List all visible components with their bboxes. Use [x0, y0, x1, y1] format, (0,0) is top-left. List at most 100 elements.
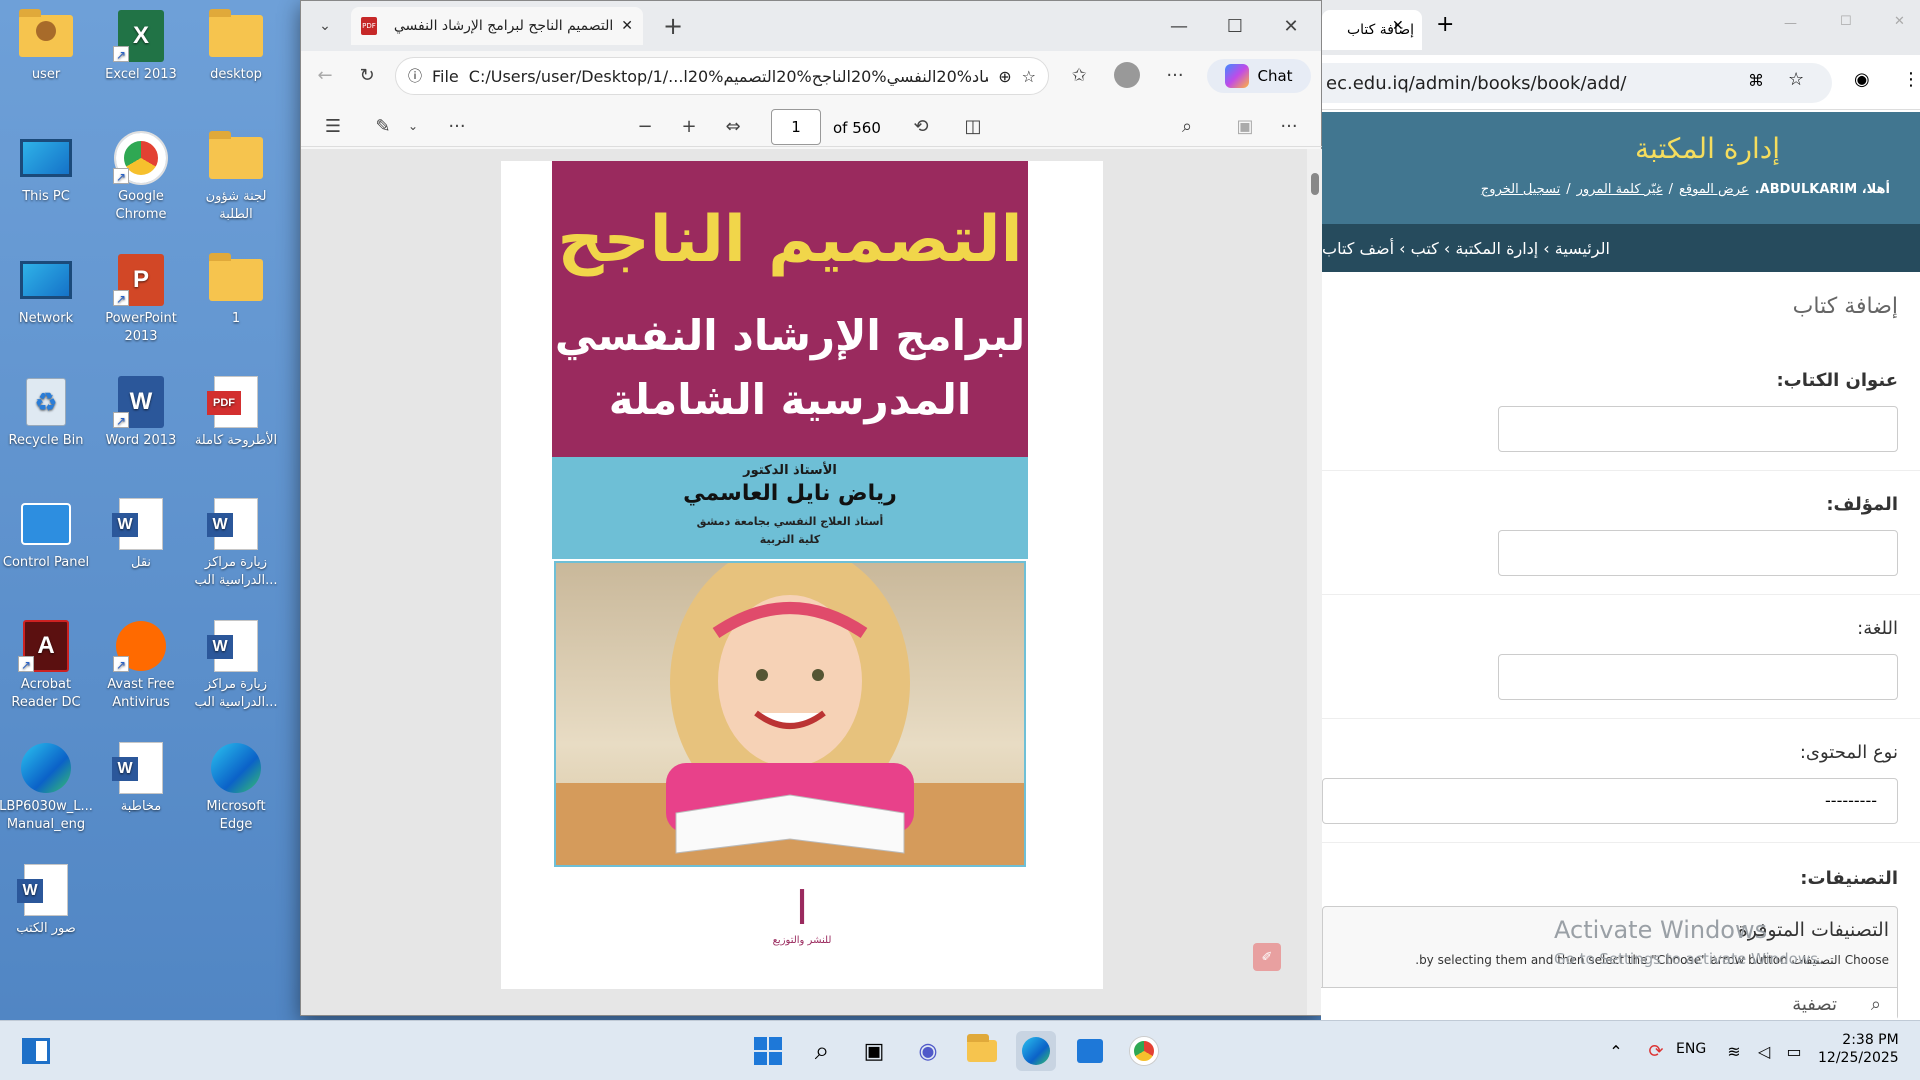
fit-page-icon[interactable]: ⇔: [717, 110, 749, 142]
new-tab-button[interactable]: +: [1436, 12, 1454, 37]
desktop-icon-user[interactable]: user: [2, 0, 90, 114]
back-arrow-icon[interactable]: ←: [309, 59, 341, 91]
zoom-icon[interactable]: ⊕: [998, 67, 1011, 86]
page-number-input[interactable]: 1: [771, 109, 821, 145]
pdf-tab[interactable]: PDF التصميم الناجح لبرامج الإرشاد النفسي…: [351, 7, 643, 45]
desktop-icon-worddoc[interactable]: W زيارة مراكز الدراسية الب...: [192, 610, 280, 724]
close-window-button[interactable]: ✕: [1894, 14, 1905, 29]
edge-icon[interactable]: [1016, 1031, 1056, 1071]
desktop-icon-control[interactable]: Control Panel: [2, 488, 90, 602]
desktop-icon-edge[interactable]: Microsoft Edge: [192, 732, 280, 846]
avast-icon: ↗: [113, 620, 169, 672]
sync-icon[interactable]: ⟳: [1636, 1031, 1676, 1071]
desktop-icon-label: Control Panel: [2, 555, 90, 570]
author-faculty: كلية التربية: [759, 533, 821, 546]
translate-icon[interactable]: ⌘: [1748, 71, 1764, 90]
widgets-icon[interactable]: [16, 1031, 56, 1071]
logout-link[interactable]: تسجيل الخروج: [1481, 182, 1560, 197]
close-tab-icon[interactable]: ✕: [1392, 18, 1404, 34]
contents-icon[interactable]: ☰: [317, 110, 349, 142]
profile-icon[interactable]: ◉: [1854, 69, 1870, 90]
desktop-icon-acrobat[interactable]: A ↗ Acrobat Reader DC: [2, 610, 90, 724]
profile-avatar[interactable]: [1111, 59, 1143, 91]
folder-icon: [208, 9, 264, 62]
close-tab-icon[interactable]: ✕: [621, 18, 633, 34]
bookmark-star-icon[interactable]: ☆: [1788, 69, 1804, 90]
chevron-down-icon[interactable]: ⌄: [397, 110, 429, 142]
desktop-icon-worddoc[interactable]: W صور الكتب: [2, 854, 90, 968]
desktop-icon-folder[interactable]: desktop: [192, 0, 280, 114]
clock[interactable]: 2:38 PM 12/25/2025: [1818, 1031, 1899, 1067]
desktop-icon-folder[interactable]: 1: [192, 244, 280, 358]
search-icon[interactable]: ⌕: [802, 1031, 842, 1071]
view-site-link[interactable]: عرض الموقع: [1679, 182, 1749, 197]
maximize-button[interactable]: ☐: [1840, 14, 1852, 29]
rotate-icon[interactable]: ⟲: [905, 110, 937, 142]
desktop-icon-pc[interactable]: This PC: [2, 122, 90, 236]
teams-chat-icon[interactable]: ◉: [908, 1031, 948, 1071]
desktop-icon-chrome[interactable]: ↗ Google Chrome: [97, 122, 185, 236]
save-icon[interactable]: ▣: [1229, 110, 1261, 142]
desktop-icon-pdf[interactable]: PDF الأطروحة كاملة: [192, 366, 280, 480]
favorite-star-icon[interactable]: ☆: [1022, 67, 1036, 86]
address-prefix: File: [432, 66, 459, 86]
site-title[interactable]: إدارة المكتبة: [1635, 132, 1780, 165]
more-menu-icon[interactable]: ···: [1159, 59, 1191, 91]
change-password-link[interactable]: غيّر كلمة المرور: [1577, 182, 1663, 197]
maximize-button[interactable]: ☐: [1219, 10, 1251, 42]
breadcrumb-text[interactable]: الرئيسية › إدارة المكتبة › كتب › أضف كتا…: [1322, 239, 1610, 258]
more-tools-icon[interactable]: ···: [441, 110, 473, 142]
favorites-icon[interactable]: ✩: [1063, 59, 1095, 91]
desktop-icon-worddoc[interactable]: W نقل: [97, 488, 185, 602]
breadcrumb[interactable]: الرئيسية › إدارة المكتبة › كتب › أضف كتا…: [1322, 224, 1920, 272]
pdf-scrollbar[interactable]: [1307, 149, 1323, 1015]
task-view-icon[interactable]: ▣: [854, 1031, 894, 1071]
pdf-viewer[interactable]: التصميم الناجح لبرامج الإرشاد النفسي الم…: [301, 149, 1323, 1015]
minimize-button[interactable]: —: [1784, 16, 1797, 31]
copilot-chat-button[interactable]: Chat: [1207, 59, 1311, 93]
desktop-icon-recycle[interactable]: ♻ Recycle Bin: [2, 366, 90, 480]
scrollbar-thumb[interactable]: [1311, 173, 1319, 195]
language-input[interactable]: [1498, 654, 1898, 700]
new-tab-button[interactable]: +: [657, 10, 689, 42]
file-explorer-icon[interactable]: [962, 1031, 1002, 1071]
desktop-icon-avast[interactable]: ↗ Avast Free Antivirus: [97, 610, 185, 724]
admin-tab[interactable]: إضافة كتاب: [1322, 10, 1422, 50]
start-icon[interactable]: [748, 1031, 788, 1071]
desktop-icon-network[interactable]: Network: [2, 244, 90, 358]
chrome-icon[interactable]: [1124, 1031, 1164, 1071]
desktop-icon-worddoc[interactable]: W مخاطبة: [97, 732, 185, 846]
desktop-icon-folder[interactable]: لجنة شؤون الطلبة: [192, 122, 280, 236]
desktop-icon-excel[interactable]: X ↗ Excel 2013: [97, 0, 185, 114]
zoom-out-icon[interactable]: −: [629, 110, 661, 142]
battery-icon[interactable]: ▭: [1774, 1031, 1814, 1071]
minimize-button[interactable]: —: [1163, 10, 1195, 42]
desktop-icon-word[interactable]: W ↗ Word 2013: [97, 366, 185, 480]
menu-icon[interactable]: ⋮: [1902, 69, 1920, 90]
tab-list-button[interactable]: ⌄: [309, 10, 341, 42]
worddoc-icon: W: [112, 742, 169, 794]
content-type-select[interactable]: ---------: [1322, 778, 1898, 824]
settings-more-icon[interactable]: ···: [1273, 110, 1305, 142]
store-icon[interactable]: [1070, 1031, 1110, 1071]
address-bar[interactable]: ⓘ File C:/Users/user/Desktop/1/...l20%لب…: [395, 57, 1049, 95]
pdf-browser-window: ⌄ PDF التصميم الناجح لبرامج الإرشاد النف…: [300, 0, 1323, 1016]
recycle-icon: ♻: [18, 376, 74, 428]
language-indicator[interactable]: ENG: [1676, 1041, 1706, 1057]
chevron-up-icon[interactable]: ⌃: [1596, 1031, 1636, 1071]
categories-filter[interactable]: تصفية ⌕: [1321, 987, 1897, 1021]
close-window-button[interactable]: ✕: [1275, 10, 1307, 42]
edge-icon: [208, 742, 264, 794]
highlight-icon[interactable]: ✎: [367, 110, 399, 142]
desktop-icon-edge[interactable]: LBP6030w_L... Manual_eng: [0, 732, 93, 846]
refresh-icon[interactable]: ↻: [351, 59, 383, 91]
desktop-icon-powerpoint[interactable]: P ↗ PowerPoint 2013: [97, 244, 185, 358]
search-icon[interactable]: ⌕: [1171, 110, 1203, 142]
zoom-in-icon[interactable]: +: [673, 110, 705, 142]
title-input[interactable]: [1498, 406, 1898, 452]
page-view-icon[interactable]: ◫: [957, 110, 989, 142]
desktop-icon-label: user: [31, 67, 61, 82]
acrobat-float-icon[interactable]: ✐: [1253, 943, 1281, 971]
desktop-icon-worddoc[interactable]: W زيارة مراكز الدراسية الب...: [192, 488, 280, 602]
author-input[interactable]: [1498, 530, 1898, 576]
